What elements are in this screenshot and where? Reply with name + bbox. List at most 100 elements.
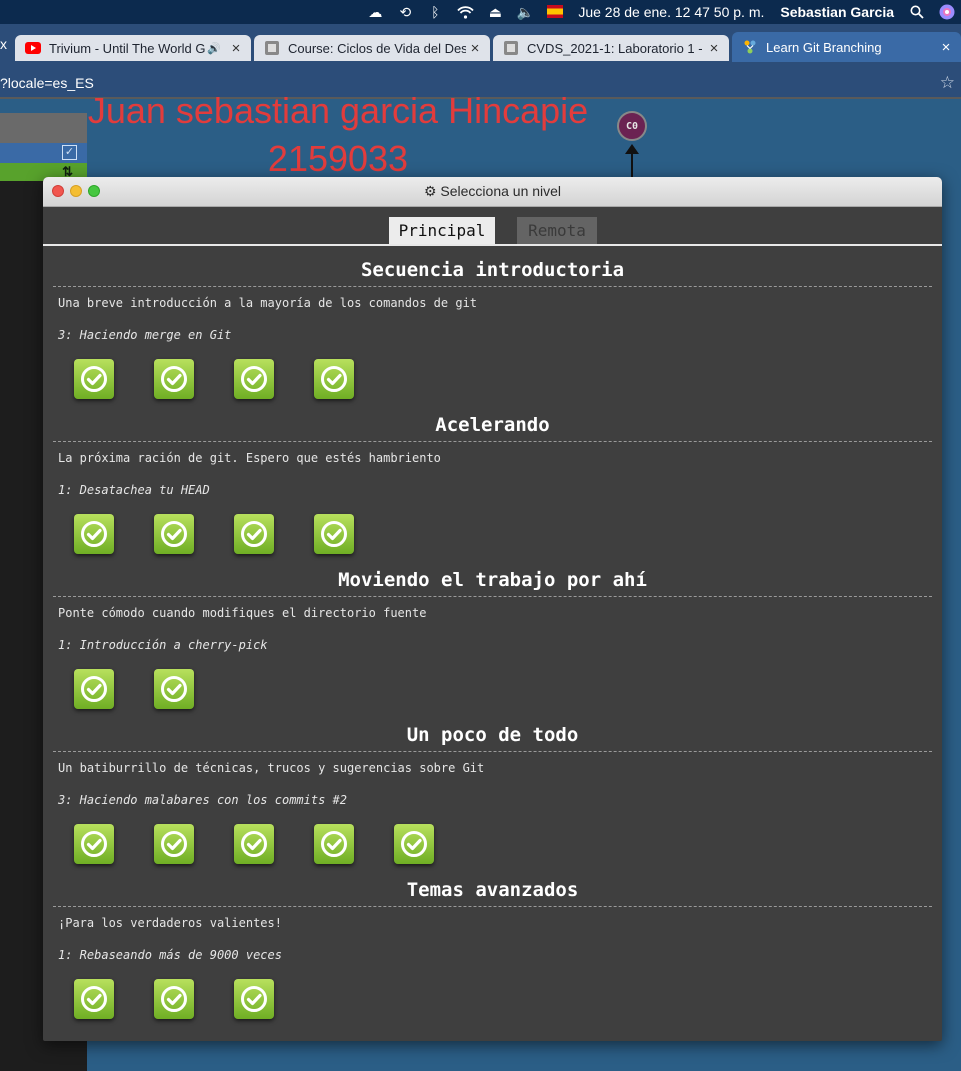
tab-remota[interactable]: Remota <box>517 217 597 244</box>
tabs-underline <box>43 244 942 246</box>
student-name: Juan sebastian garcia Hincapie <box>87 90 589 131</box>
level-complete-button[interactable] <box>234 979 274 1019</box>
spotlight-icon[interactable] <box>907 2 927 22</box>
level-complete-button[interactable] <box>394 824 434 864</box>
check-circle-icon <box>240 830 268 858</box>
level-complete-button[interactable] <box>74 669 114 709</box>
level-complete-button[interactable] <box>234 359 274 399</box>
check-circle-icon <box>80 985 108 1013</box>
check-circle-icon <box>160 365 188 393</box>
section-divider <box>53 286 932 287</box>
section-description: ¡Para los verdaderos valientes! <box>58 916 282 930</box>
date-time[interactable]: Jue 28 de ene. 12 47 50 p. m. <box>578 4 764 20</box>
modal-title: ⚙ Selecciona un nivel <box>43 177 942 206</box>
browser-tab-bar: x Trivium - Until The World G 🔊 × Course… <box>0 24 961 70</box>
tab-close-icon[interactable]: × <box>705 40 723 57</box>
creative-cloud-icon[interactable]: ☁ <box>365 2 385 22</box>
level-complete-button[interactable] <box>154 824 194 864</box>
section-divider <box>53 751 932 752</box>
check-circle-icon <box>240 520 268 548</box>
user-name[interactable]: Sebastian Garcia <box>780 4 894 20</box>
level-select-modal: ⚙ Selecciona un nivel Principal Remota S… <box>43 177 942 1041</box>
current-level-label: 1: Desatachea tu HEAD <box>58 483 210 497</box>
youtube-icon <box>25 40 41 56</box>
tab-title: Course: Ciclos de Vida del Des <box>288 40 466 56</box>
level-icons-row <box>74 359 394 403</box>
level-complete-button[interactable] <box>234 514 274 554</box>
tab-close-icon[interactable]: × <box>227 40 245 57</box>
level-complete-button[interactable] <box>314 514 354 554</box>
level-complete-button[interactable] <box>154 669 194 709</box>
check-circle-icon <box>80 365 108 393</box>
level-complete-button[interactable] <box>314 359 354 399</box>
check-circle-icon <box>240 365 268 393</box>
section-divider <box>53 441 932 442</box>
check-circle-icon <box>160 520 188 548</box>
eject-icon[interactable]: ⏏ <box>485 2 505 22</box>
modal-tabs: Principal Remota <box>43 206 942 246</box>
tab-title: Learn Git Branching <box>766 39 882 55</box>
check-circle-icon <box>320 520 348 548</box>
modal-title-text: Selecciona un nivel <box>440 183 562 199</box>
check-circle-icon <box>400 830 428 858</box>
level-icons-row <box>74 514 394 558</box>
check-circle-icon <box>80 675 108 703</box>
section-title: Secuencia introductoria <box>360 259 625 281</box>
tab-trivium[interactable]: Trivium - Until The World G 🔊 × <box>15 35 251 61</box>
gear-icon: ⚙ <box>423 183 437 199</box>
section-description: La próxima ración de git. Espero que est… <box>58 451 441 465</box>
tab-principal[interactable]: Principal <box>389 217 495 244</box>
section-description: Una breve introducción a la mayoría de l… <box>58 296 478 310</box>
section-divider <box>53 906 932 907</box>
wifi-icon[interactable] <box>455 2 475 22</box>
tab-close-icon[interactable]: × <box>466 40 484 57</box>
section-title: Temas avanzados <box>406 879 579 901</box>
level-icons-row <box>74 979 314 1023</box>
audio-icon[interactable]: 🔊 <box>207 42 221 55</box>
check-circle-icon <box>80 830 108 858</box>
section-description: Un batiburrillo de técnicas, trucos y su… <box>58 761 485 775</box>
tab-title: Trivium - Until The World G <box>49 40 206 56</box>
check-circle-icon <box>240 985 268 1013</box>
tab-learn-git-branching[interactable]: Learn Git Branching × <box>732 32 961 62</box>
check-circle-icon <box>80 520 108 548</box>
level-complete-button[interactable] <box>74 979 114 1019</box>
current-level-label: 1: Rebaseando más de 9000 veces <box>58 948 282 962</box>
level-complete-button[interactable] <box>314 824 354 864</box>
time-machine-icon[interactable]: ⟲ <box>395 2 415 22</box>
commit-node[interactable]: C0 <box>617 111 647 141</box>
tab-cvds[interactable]: CVDS_2021-1: Laboratorio 1 - I × <box>493 35 729 61</box>
level-complete-button[interactable] <box>74 824 114 864</box>
level-complete-button[interactable] <box>74 514 114 554</box>
prev-tab-close-icon[interactable]: x <box>0 36 7 52</box>
section-description: Ponte cómodo cuando modifiques el direct… <box>58 606 427 620</box>
current-level-label: 1: Introducción a cherry-pick <box>58 638 268 652</box>
section-divider <box>53 596 932 597</box>
bookmark-star-icon[interactable]: ☆ <box>940 73 955 93</box>
level-complete-button[interactable] <box>154 514 194 554</box>
level-complete-button[interactable] <box>154 359 194 399</box>
level-icons-row <box>74 824 474 868</box>
moodle-icon <box>264 40 280 56</box>
tab-title: CVDS_2021-1: Laboratorio 1 - I <box>527 40 705 56</box>
section-title: Acelerando <box>435 414 550 436</box>
check-circle-icon <box>320 365 348 393</box>
flag-input-icon[interactable] <box>545 2 565 22</box>
level-complete-button[interactable] <box>154 979 194 1019</box>
bluetooth-icon[interactable]: ᛒ <box>425 2 445 22</box>
menu-bar: ☁ ⟲ ᛒ ⏏ 🔈 Jue 28 de ene. 12 47 50 p. m. … <box>0 0 961 24</box>
modal-titlebar: ⚙ Selecciona un nivel <box>43 177 942 207</box>
moodle-icon <box>503 40 519 56</box>
tab-course[interactable]: Course: Ciclos de Vida del Des × <box>254 35 490 61</box>
student-id: 2159033 <box>267 138 409 179</box>
siri-icon[interactable] <box>937 2 957 22</box>
section-title: Un poco de todo <box>406 724 579 746</box>
check-circle-icon <box>160 830 188 858</box>
tab-close-icon[interactable]: × <box>937 39 955 56</box>
url-text[interactable]: ?locale=es_ES <box>0 75 94 91</box>
current-level-label: 3: Haciendo malabares con los commits #2 <box>58 793 347 807</box>
volume-icon[interactable]: 🔈 <box>515 2 535 22</box>
git-branching-icon <box>742 39 758 55</box>
level-complete-button[interactable] <box>234 824 274 864</box>
level-complete-button[interactable] <box>74 359 114 399</box>
